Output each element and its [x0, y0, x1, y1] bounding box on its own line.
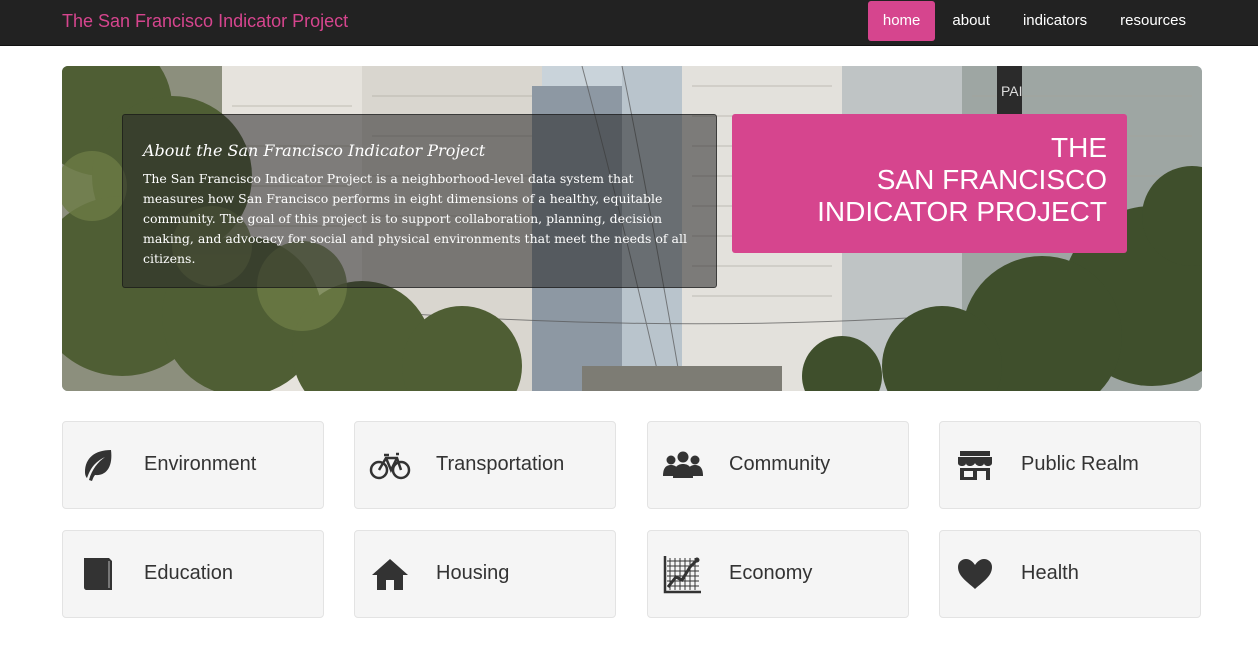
category-label: Community: [729, 453, 831, 475]
category-label: Health: [1021, 562, 1079, 584]
nav-indicators[interactable]: indicators: [1007, 1, 1103, 41]
project-title-line-2: SAN FRANCISCO: [876, 164, 1107, 195]
category-label: Transportation: [436, 453, 565, 475]
book-icon: [84, 558, 112, 590]
category-tile-public-realm[interactable]: Public Realm: [939, 421, 1201, 509]
project-title-line-1: THE: [1051, 132, 1107, 163]
project-title-panel: THE SAN FRANCISCO INDICATOR PROJECT: [732, 114, 1127, 253]
category-tile-housing[interactable]: Housing: [354, 530, 616, 618]
category-tile-economy[interactable]: Economy: [647, 530, 909, 618]
about-text: The San Francisco Indicator Project is a…: [143, 171, 687, 266]
bicycle-icon: [369, 452, 411, 480]
category-label: Environment: [144, 453, 257, 475]
about-title: About the San Francisco Indicator Projec…: [143, 141, 486, 160]
nav-about[interactable]: about: [936, 1, 1006, 41]
category-tile-transportation[interactable]: Transportation: [354, 421, 616, 509]
category-label: Education: [144, 562, 233, 584]
category-tile-environment[interactable]: Environment: [62, 421, 324, 509]
nav-resources[interactable]: resources: [1104, 1, 1202, 41]
leaf-icon: [85, 450, 112, 481]
heart-icon: [958, 559, 992, 589]
building-sign-text: PAI: [1001, 83, 1023, 99]
project-title-line-3: INDICATOR PROJECT: [817, 196, 1107, 227]
house-icon: [372, 559, 408, 590]
category-label: Economy: [729, 562, 813, 584]
main-nav: home about indicators resources: [867, 1, 1202, 41]
people-icon: [663, 451, 703, 478]
brand-link[interactable]: The San Francisco Indicator Project: [62, 11, 348, 32]
line-chart-icon: [663, 556, 701, 594]
category-label: Housing: [436, 562, 510, 584]
category-tile-health[interactable]: Health: [939, 530, 1201, 618]
navbar: The San Francisco Indicator Project home…: [0, 0, 1258, 46]
nav-home[interactable]: home: [867, 1, 936, 41]
category-label: Public Realm: [1021, 453, 1139, 475]
about-panel: About the San Francisco Indicator Projec…: [122, 114, 717, 288]
storefront-icon: [958, 451, 992, 480]
category-tile-education[interactable]: Education: [62, 530, 324, 618]
hero-banner: PAI About the San Francisco Indicator Pr…: [62, 66, 1202, 391]
category-tile-community[interactable]: Community: [647, 421, 909, 509]
